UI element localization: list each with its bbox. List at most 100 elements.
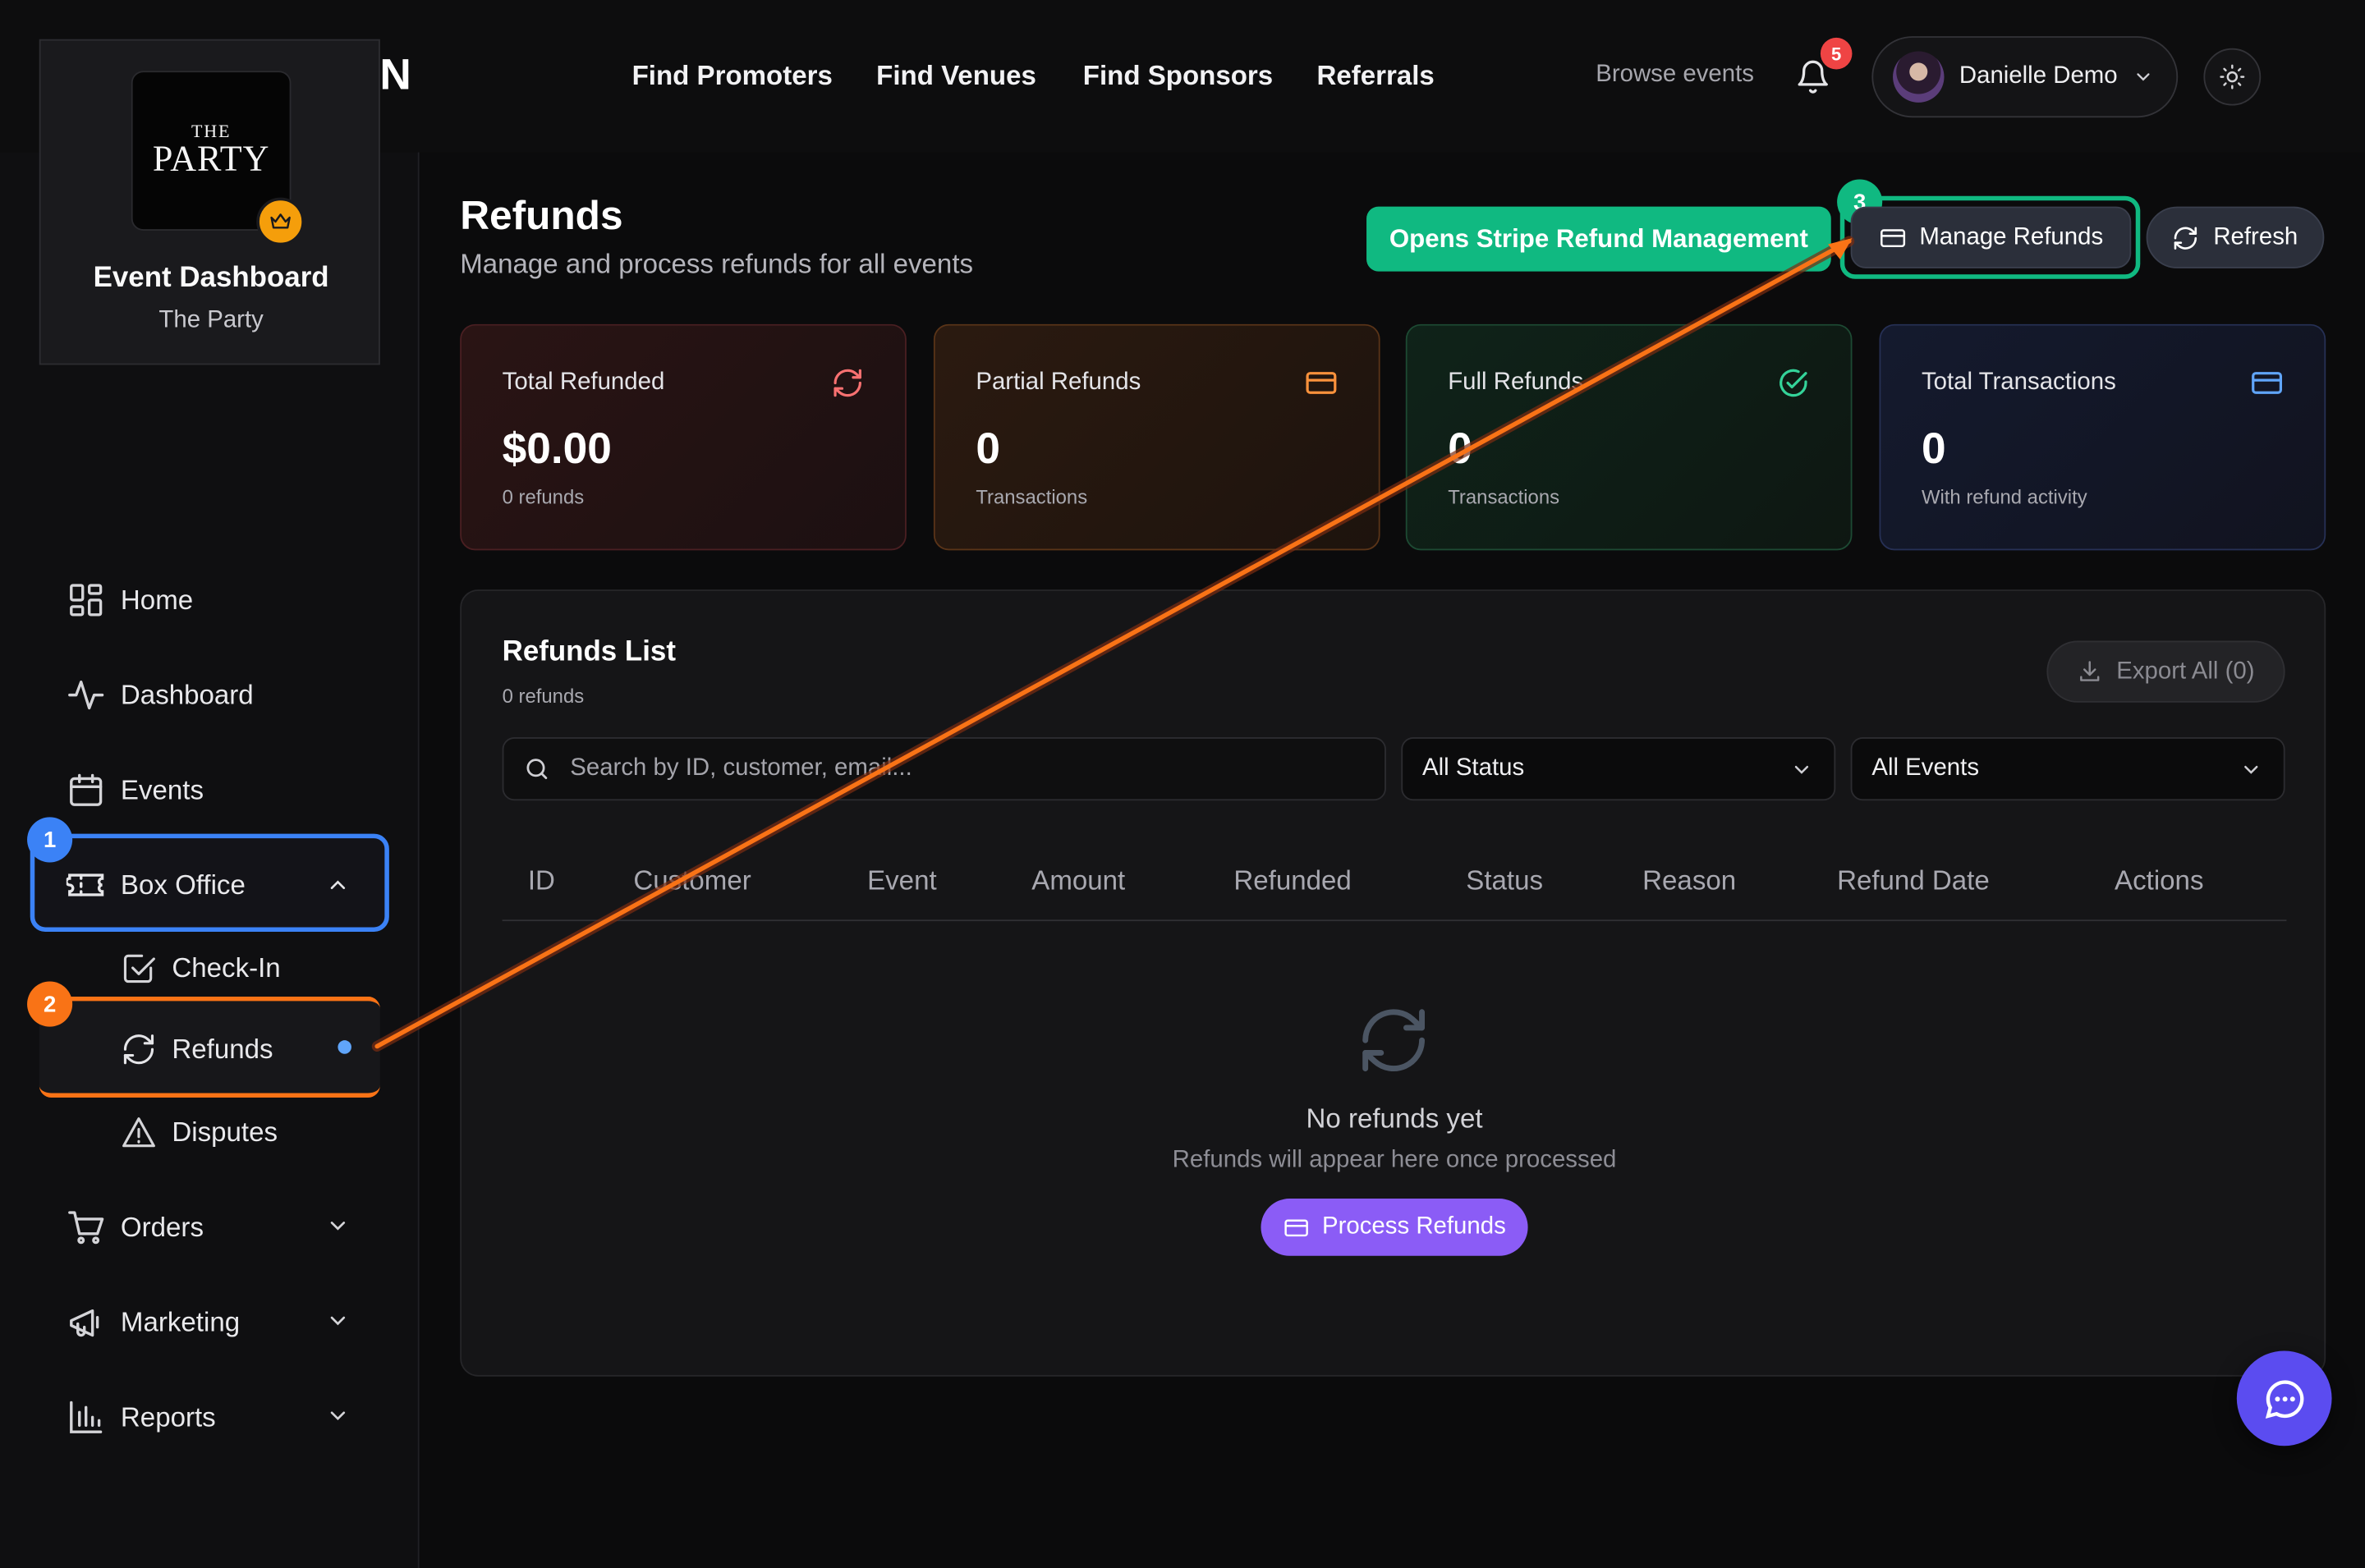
user-name: Danielle Demo bbox=[1959, 63, 2118, 89]
column-header-actions[interactable]: Actions bbox=[2115, 865, 2203, 897]
download-icon bbox=[2080, 661, 2100, 681]
sidebar-item-label: Refunds bbox=[172, 1033, 273, 1064]
chat-support-button[interactable] bbox=[2236, 1350, 2332, 1447]
activity-icon bbox=[68, 681, 104, 710]
chevron-down-icon[interactable] bbox=[326, 1404, 350, 1428]
sidebar-item-orders[interactable]: Orders bbox=[67, 1204, 204, 1249]
status-filter-select[interactable]: All Status bbox=[1401, 737, 1836, 801]
stat-value: 0 bbox=[1921, 424, 1946, 474]
process-refunds-label: Process Refunds bbox=[1322, 1213, 1506, 1240]
column-header-id[interactable]: ID bbox=[528, 865, 555, 897]
crown-badge bbox=[256, 197, 305, 246]
refresh-icon bbox=[1362, 1009, 1425, 1072]
refresh-icon bbox=[2174, 226, 2197, 249]
event-card[interactable]: THE PARTY Event Dashboard The Party bbox=[39, 39, 380, 365]
user-menu[interactable]: Danielle Demo bbox=[1871, 36, 2179, 118]
column-header-status[interactable]: Status bbox=[1466, 865, 1543, 897]
check-circle-icon bbox=[1779, 369, 1807, 397]
chevron-down-icon bbox=[1794, 765, 1809, 774]
process-refunds-button[interactable]: Process Refunds bbox=[1261, 1199, 1528, 1256]
nav-find-sponsors[interactable]: Find Sponsors bbox=[1083, 60, 1273, 92]
nav-find-promoters[interactable]: Find Promoters bbox=[632, 60, 833, 92]
stat-label: Partial Refunds bbox=[976, 369, 1141, 396]
sun-icon bbox=[2220, 64, 2245, 89]
sidebar-item-marketing[interactable]: Marketing bbox=[67, 1300, 240, 1345]
column-header-customer[interactable]: Customer bbox=[633, 865, 751, 897]
sidebar-item-check-in[interactable]: Check-In bbox=[121, 945, 281, 990]
refresh-label: Refresh bbox=[2213, 223, 2298, 250]
stat-note: Transactions bbox=[976, 485, 1088, 508]
event-dashboard-title: Event Dashboard bbox=[93, 262, 329, 295]
tutorial-callout: Opens Stripe Refund Management bbox=[1366, 206, 1831, 272]
sidebar-item-label: Home bbox=[120, 584, 194, 615]
sidebar-item-label: Check-In bbox=[172, 951, 281, 983]
browse-events-link[interactable]: Browse events bbox=[1596, 62, 1754, 89]
notification-badge: 5 bbox=[1820, 37, 1853, 70]
stat-card-partial-refunds: Partial Refunds 0 Transactions bbox=[933, 323, 1380, 551]
refresh-icon bbox=[123, 1034, 154, 1065]
column-header-amount[interactable]: Amount bbox=[1031, 865, 1125, 897]
sidebar-item-dashboard[interactable]: Dashboard bbox=[67, 672, 254, 718]
sidebar-item-events[interactable]: Events bbox=[67, 768, 204, 813]
sidebar-item-label: Dashboard bbox=[120, 679, 254, 710]
sidebar-item-refunds[interactable]: Refunds bbox=[121, 1027, 273, 1072]
ticket-icon bbox=[66, 873, 104, 896]
refunds-list-title: Refunds List bbox=[502, 636, 676, 668]
table-header-divider bbox=[502, 919, 2287, 922]
sidebar-item-box-office[interactable]: Box Office bbox=[66, 862, 246, 907]
refresh-icon bbox=[833, 369, 861, 397]
column-header-event[interactable]: Event bbox=[867, 865, 937, 897]
grid-icon bbox=[70, 584, 103, 617]
stat-value: $0.00 bbox=[502, 424, 612, 474]
search-input[interactable] bbox=[570, 755, 1355, 783]
events-filter-value: All Events bbox=[1871, 755, 1980, 782]
stat-card-total-transactions: Total Transactions 0 With refund activit… bbox=[1879, 323, 2326, 551]
search-icon bbox=[526, 759, 548, 780]
page-title: Refunds bbox=[460, 193, 623, 239]
card-icon bbox=[2252, 372, 2282, 394]
chevron-up-icon[interactable] bbox=[326, 873, 350, 896]
active-indicator-dot bbox=[338, 1040, 351, 1054]
sidebar-item-disputes[interactable]: Disputes bbox=[121, 1110, 278, 1155]
megaphone-icon bbox=[70, 1309, 99, 1337]
column-header-refunded[interactable]: Refunded bbox=[1233, 865, 1351, 897]
sidebar-item-reports[interactable]: Reports bbox=[67, 1395, 216, 1440]
stat-label: Total Transactions bbox=[1921, 369, 2116, 396]
column-header-reason[interactable]: Reason bbox=[1642, 865, 1736, 897]
theme-toggle-button[interactable] bbox=[2203, 48, 2262, 106]
manage-refunds-button[interactable]: Manage Refunds bbox=[1850, 206, 2132, 268]
status-filter-value: All Status bbox=[1422, 755, 1525, 782]
chevron-down-icon bbox=[2244, 765, 2258, 774]
search-field[interactable] bbox=[502, 737, 1386, 801]
nav-referrals[interactable]: Referrals bbox=[1316, 60, 1434, 92]
empty-state-title: No refunds yet bbox=[1306, 1103, 1483, 1135]
refresh-button[interactable]: Refresh bbox=[2146, 206, 2325, 268]
export-all-button[interactable]: Export All (0) bbox=[2046, 640, 2285, 703]
step-badge-1: 1 bbox=[27, 817, 73, 863]
export-all-label: Export All (0) bbox=[2116, 658, 2255, 684]
stat-label: Full Refunds bbox=[1448, 369, 1584, 396]
nav-find-venues[interactable]: Find Venues bbox=[876, 60, 1036, 92]
stat-note: Transactions bbox=[1448, 485, 1560, 508]
stat-note: With refund activity bbox=[1921, 485, 2087, 508]
step-badge-2: 2 bbox=[27, 981, 73, 1027]
chevron-down-icon[interactable] bbox=[326, 1309, 350, 1332]
calendar-icon bbox=[70, 773, 103, 806]
column-header-refund-date[interactable]: Refund Date bbox=[1837, 865, 1990, 897]
sidebar-item-label: Reports bbox=[120, 1401, 216, 1432]
page-subtitle: Manage and process refunds for all event… bbox=[460, 249, 974, 279]
bar-chart-icon bbox=[70, 1401, 103, 1433]
crown-icon bbox=[270, 213, 291, 229]
refunds-list-panel: Refunds List 0 refunds Export All (0) Al… bbox=[460, 589, 2326, 1377]
chat-icon bbox=[2264, 1379, 2303, 1419]
stat-note: 0 refunds bbox=[502, 485, 585, 508]
stat-label: Total Refunded bbox=[502, 369, 665, 396]
chevron-down-icon bbox=[2137, 73, 2150, 81]
sidebar-item-home[interactable]: Home bbox=[67, 577, 193, 622]
chevron-down-icon[interactable] bbox=[326, 1213, 350, 1237]
event-name: The Party bbox=[158, 307, 264, 333]
events-filter-select[interactable]: All Events bbox=[1850, 737, 2285, 801]
cart-icon bbox=[68, 1211, 104, 1245]
stat-card-full-refunds: Full Refunds 0 Transactions bbox=[1405, 323, 1853, 551]
manage-refunds-label: Manage Refunds bbox=[1919, 223, 2104, 250]
